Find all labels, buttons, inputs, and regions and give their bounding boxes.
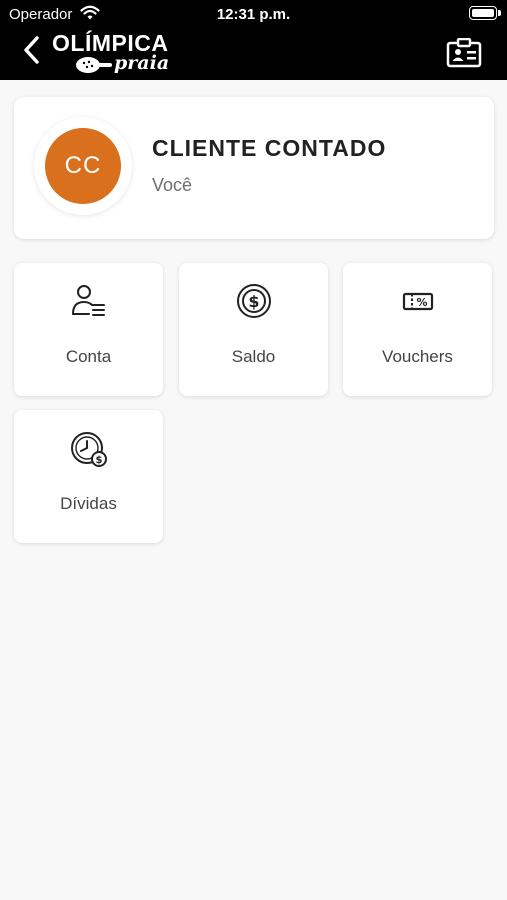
overdue-clock-icon: $ xyxy=(14,430,163,470)
voucher-ticket-icon: % xyxy=(343,283,492,323)
dollar-coin-icon: $ xyxy=(179,283,328,323)
contact-card-button[interactable] xyxy=(446,37,482,68)
menu-tile-vouchers[interactable]: % Vouchers xyxy=(343,263,492,396)
racket-logo-icon xyxy=(76,57,112,73)
svg-text:$: $ xyxy=(248,292,259,311)
menu-tile-label: Conta xyxy=(65,347,112,366)
chevron-left-icon xyxy=(24,36,39,64)
battery-icon xyxy=(469,6,501,20)
svg-text:$: $ xyxy=(95,455,102,466)
svg-text:%: % xyxy=(416,296,427,309)
avatar-frame: CC xyxy=(34,117,132,215)
logo-text-sub: praia xyxy=(114,52,170,74)
back-button[interactable] xyxy=(20,34,46,66)
status-time: 12:31 p.m. xyxy=(216,6,291,23)
menu-tile-dividas[interactable]: $ Dívidas xyxy=(14,410,163,543)
status-bar: Operador 12:31 p.m. xyxy=(0,0,507,28)
client-role: Você xyxy=(152,175,193,195)
top-bar: Operador 12:31 p.m. OLÍMPICA praia xyxy=(0,0,507,80)
contact-card-icon xyxy=(446,37,482,68)
brand-logo: OLÍMPICA praia xyxy=(52,30,170,78)
menu-tile-saldo[interactable]: $ Saldo xyxy=(179,263,328,396)
menu-tile-label: Dívidas xyxy=(60,494,117,513)
profile-card: CC CLIENTE CONTADO Você xyxy=(14,97,494,239)
user-list-icon xyxy=(14,283,163,323)
menu-tile-conta[interactable]: Conta xyxy=(14,263,163,396)
client-name: CLIENTE CONTADO xyxy=(152,135,387,161)
avatar: CC xyxy=(45,128,121,204)
menu-tile-label: Vouchers xyxy=(382,347,453,366)
menu-tile-label: Saldo xyxy=(231,347,276,366)
